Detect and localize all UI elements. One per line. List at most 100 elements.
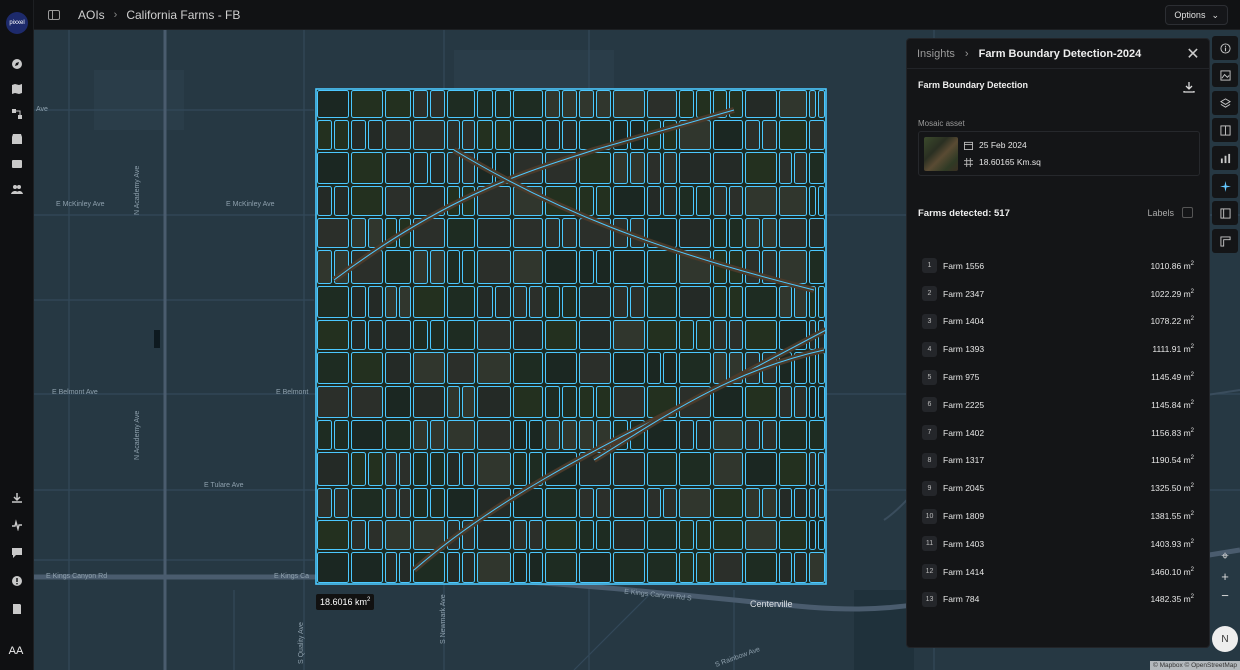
farm-boundary[interactable] bbox=[579, 386, 594, 418]
farm-boundary[interactable] bbox=[477, 552, 511, 583]
farm-boundary[interactable] bbox=[317, 152, 349, 184]
farm-boundary[interactable] bbox=[679, 320, 694, 350]
farm-boundary[interactable] bbox=[679, 488, 711, 518]
farm-boundary[interactable] bbox=[779, 420, 807, 450]
farm-boundary[interactable] bbox=[613, 286, 628, 318]
farm-boundary[interactable] bbox=[809, 250, 825, 284]
farm-boundary[interactable] bbox=[696, 320, 711, 350]
farm-boundary[interactable] bbox=[477, 420, 511, 450]
farm-list-item[interactable]: 2 Farm 2347 1022.29 m2 bbox=[922, 280, 1200, 308]
activity-nav-icon[interactable] bbox=[9, 517, 25, 533]
farm-boundary[interactable] bbox=[351, 90, 383, 118]
farm-boundary[interactable] bbox=[529, 420, 543, 450]
farm-boundary[interactable] bbox=[745, 152, 777, 184]
farm-boundary[interactable] bbox=[351, 320, 366, 350]
farm-boundary[interactable] bbox=[462, 452, 475, 486]
farm-boundary[interactable] bbox=[579, 352, 611, 384]
farm-boundary[interactable] bbox=[696, 186, 711, 216]
farm-boundary[interactable] bbox=[679, 286, 711, 318]
panel-breadcrumb-root[interactable]: Insights bbox=[917, 48, 955, 60]
farm-boundary[interactable] bbox=[351, 420, 383, 450]
farm-boundary[interactable] bbox=[351, 452, 366, 486]
farm-list-item[interactable]: 3 Farm 1404 1078.22 m2 bbox=[922, 308, 1200, 336]
farm-boundary[interactable] bbox=[317, 488, 332, 518]
farm-boundary[interactable] bbox=[696, 520, 711, 550]
farm-boundary[interactable] bbox=[385, 186, 411, 216]
farm-boundary[interactable] bbox=[679, 152, 711, 184]
map-nav-icon[interactable] bbox=[9, 81, 25, 97]
farm-boundary[interactable] bbox=[317, 552, 349, 583]
farm-boundary[interactable] bbox=[477, 320, 511, 350]
farm-boundary[interactable] bbox=[729, 186, 743, 216]
labels-toggle[interactable]: Labels bbox=[1147, 207, 1193, 218]
farm-boundary[interactable] bbox=[545, 386, 560, 418]
farm-boundary[interactable] bbox=[647, 488, 661, 518]
farm-boundary[interactable] bbox=[334, 186, 349, 216]
farm-boundary[interactable] bbox=[545, 352, 577, 384]
farm-boundary[interactable] bbox=[385, 286, 397, 318]
compass-button[interactable]: N bbox=[1212, 626, 1238, 652]
farm-boundary[interactable] bbox=[351, 520, 366, 550]
farm-boundary[interactable] bbox=[495, 90, 511, 118]
farm-boundary[interactable] bbox=[762, 420, 777, 450]
sidebar-toggle-icon[interactable] bbox=[48, 10, 60, 20]
farm-boundary[interactable] bbox=[477, 120, 493, 150]
farm-boundary[interactable] bbox=[809, 186, 816, 216]
farm-boundary[interactable] bbox=[462, 386, 475, 418]
farm-boundary[interactable] bbox=[745, 386, 777, 418]
farm-boundary[interactable] bbox=[579, 90, 594, 118]
farm-boundary[interactable] bbox=[545, 488, 577, 518]
farm-boundary[interactable] bbox=[745, 186, 777, 216]
farm-boundary[interactable] bbox=[818, 186, 825, 216]
layers-tool-button[interactable] bbox=[1212, 91, 1238, 115]
farm-boundary[interactable] bbox=[477, 90, 493, 118]
farm-boundary[interactable] bbox=[513, 120, 543, 150]
download-button[interactable] bbox=[1183, 80, 1195, 93]
farm-boundary[interactable] bbox=[613, 386, 645, 418]
farm-boundary[interactable] bbox=[745, 286, 777, 318]
farm-boundary[interactable] bbox=[462, 552, 475, 583]
farm-boundary[interactable] bbox=[351, 120, 366, 150]
farm-boundary[interactable] bbox=[794, 488, 807, 518]
farm-boundary[interactable] bbox=[545, 120, 560, 150]
farm-boundary[interactable] bbox=[385, 152, 411, 184]
farm-boundary[interactable] bbox=[679, 452, 711, 486]
farm-list-item[interactable]: 4 Farm 1393 1111.91 m2 bbox=[922, 335, 1200, 363]
farm-boundary[interactable] bbox=[613, 452, 645, 486]
farm-boundary[interactable] bbox=[779, 520, 807, 550]
help-nav-icon[interactable] bbox=[9, 573, 25, 589]
farm-boundary[interactable] bbox=[579, 488, 594, 518]
farm-boundary[interactable] bbox=[399, 552, 411, 583]
farm-boundary[interactable] bbox=[679, 352, 711, 384]
farm-boundary[interactable] bbox=[663, 488, 677, 518]
image-tool-button[interactable] bbox=[1212, 63, 1238, 87]
farm-boundary[interactable] bbox=[579, 152, 611, 184]
farm-boundary[interactable] bbox=[745, 90, 777, 118]
labels-checkbox[interactable] bbox=[1182, 207, 1193, 218]
farm-boundary[interactable] bbox=[317, 452, 349, 486]
farm-boundary[interactable] bbox=[334, 420, 349, 450]
farm-boundary[interactable] bbox=[779, 552, 792, 583]
farm-boundary[interactable] bbox=[745, 552, 777, 583]
farm-boundary[interactable] bbox=[818, 488, 825, 518]
farm-boundary[interactable] bbox=[545, 90, 560, 118]
farm-boundary[interactable] bbox=[545, 420, 560, 450]
farm-boundary[interactable] bbox=[562, 90, 577, 118]
farm-boundary[interactable] bbox=[368, 120, 383, 150]
farm-boundary[interactable] bbox=[413, 320, 428, 350]
farm-boundary[interactable] bbox=[413, 420, 428, 450]
farm-boundary[interactable] bbox=[779, 186, 807, 216]
farm-boundary[interactable] bbox=[513, 452, 527, 486]
farm-boundary[interactable] bbox=[351, 186, 383, 216]
farm-boundary[interactable] bbox=[513, 420, 527, 450]
farm-boundary[interactable] bbox=[462, 120, 475, 150]
farm-boundary[interactable] bbox=[477, 452, 511, 486]
farm-boundary[interactable] bbox=[317, 352, 349, 384]
farm-boundary[interactable] bbox=[745, 488, 760, 518]
farm-boundary[interactable] bbox=[317, 120, 332, 150]
farm-boundary[interactable] bbox=[762, 120, 777, 150]
farm-boundary[interactable] bbox=[447, 218, 475, 248]
farm-boundary[interactable] bbox=[809, 520, 816, 550]
farm-boundary[interactable] bbox=[447, 250, 460, 284]
farm-boundary[interactable] bbox=[745, 218, 760, 248]
